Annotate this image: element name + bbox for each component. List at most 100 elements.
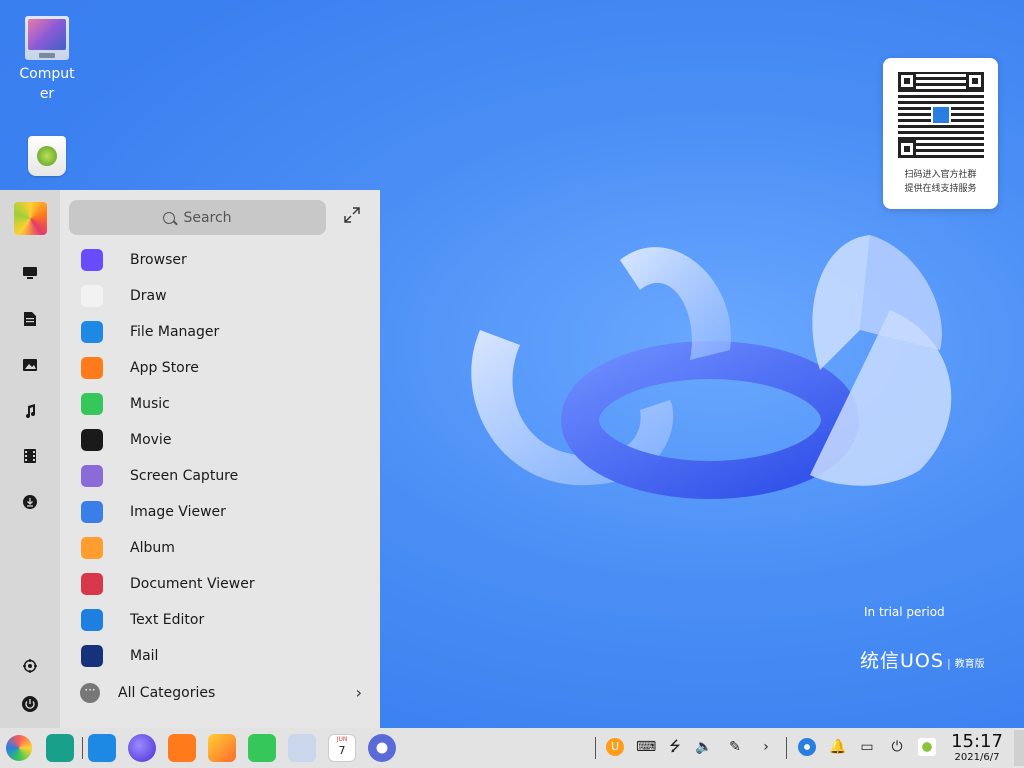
draw-icon <box>81 285 103 307</box>
browser-icon[interactable] <box>128 734 156 762</box>
album-icon[interactable] <box>208 734 236 762</box>
document-viewer-icon <box>81 573 103 595</box>
launcher-main: Search Browser Draw File Manager App Store M… <box>60 190 380 728</box>
chevron-right-icon: › <box>355 683 362 702</box>
file-manager-icon[interactable] <box>88 734 116 762</box>
avatar-icon[interactable] <box>14 202 47 235</box>
taskbar-divider <box>82 737 83 759</box>
keyboard-layout-icon[interactable]: ▭ <box>858 738 876 756</box>
app-label: Album <box>130 540 175 556</box>
film-icon[interactable] <box>20 446 40 466</box>
qr-caption-line1: 扫码进入官方社群 <box>904 170 977 180</box>
control-center-icon[interactable] <box>368 734 396 762</box>
app-label: Document Viewer <box>130 576 255 592</box>
app-item-image-viewer[interactable]: Image Viewer <box>60 494 380 530</box>
qr-caption-line2: 提供在线支持服务 <box>904 184 977 194</box>
app-item-mail[interactable]: Mail <box>60 638 380 674</box>
app-item-music[interactable]: Music <box>60 386 380 422</box>
browser-icon <box>81 249 103 271</box>
brand-separator: | <box>946 657 952 670</box>
trash-icon <box>28 136 66 176</box>
contacts-icon[interactable] <box>288 734 316 762</box>
desktop-icon-label: Computer <box>19 66 75 102</box>
multitask-view-icon[interactable] <box>46 734 74 762</box>
notification-bell-icon[interactable]: 🔔 <box>829 738 847 756</box>
calendar-day: 7 <box>338 744 346 757</box>
app-label: Browser <box>130 252 187 268</box>
app-label: Image Viewer <box>130 504 226 520</box>
app-item-file-manager[interactable]: File Manager <box>60 314 380 350</box>
taskbar-divider <box>595 737 596 759</box>
taskbar-divider <box>786 737 787 759</box>
music-note-icon[interactable] <box>20 401 40 421</box>
clock-date: 2021/6/7 <box>954 752 1000 763</box>
text-editor-icon <box>81 609 103 631</box>
volume-icon[interactable]: 🔈 <box>695 738 713 756</box>
chevron-right-icon[interactable]: › <box>757 738 775 756</box>
launcher-sidebar <box>0 190 60 728</box>
app-store-icon <box>81 357 103 379</box>
all-categories-label: All Categories <box>118 685 216 701</box>
brand-watermark: 统信UOS | 教育版 <box>860 646 985 673</box>
search-icon <box>163 211 176 224</box>
app-item-browser[interactable]: Browser <box>60 242 380 278</box>
qr-caption: 扫码进入官方社群 提供在线支持服务 <box>897 168 984 196</box>
clock-time: 15:17 <box>951 731 1003 752</box>
mail-icon <box>81 645 103 667</box>
app-item-screen-capture[interactable]: Screen Capture <box>60 458 380 494</box>
app-list: Browser Draw File Manager App Store Music Mov… <box>60 242 380 674</box>
app-label: Music <box>130 396 170 412</box>
usb-icon[interactable]: ⭍ <box>666 738 684 756</box>
fullscreen-expand-icon[interactable] <box>342 207 362 227</box>
file-manager-icon <box>81 321 103 343</box>
image-viewer-icon <box>81 501 103 523</box>
power-icon[interactable]: ⏻ <box>888 738 906 756</box>
qr-community-card[interactable]: 扫码进入官方社群 提供在线支持服务 <box>883 58 998 209</box>
app-label: App Store <box>130 360 199 376</box>
keyboard-icon[interactable]: ⌨ <box>636 738 656 756</box>
app-store-icon[interactable] <box>168 734 196 762</box>
taskbar: JUN 7 U ⌨ ⭍ 🔈 ✎ › 🔔 ▭ ⏻ 15:17 2021/6/7 <box>0 728 1024 768</box>
desktop-icon-computer[interactable]: Computer <box>17 16 77 104</box>
input-method-icon[interactable]: U <box>606 738 624 756</box>
power-icon[interactable] <box>20 694 40 714</box>
calendar-icon[interactable]: JUN 7 <box>328 734 356 762</box>
app-label: File Manager <box>130 324 220 340</box>
calendar-month: JUN <box>336 736 348 743</box>
desktop-icon-trash[interactable] <box>17 136 77 176</box>
album-icon <box>81 537 103 559</box>
all-categories-button[interactable]: ··· All Categories › <box>60 678 380 708</box>
app-item-text-editor[interactable]: Text Editor <box>60 602 380 638</box>
download-icon[interactable] <box>20 492 40 512</box>
computer-icon <box>25 16 69 60</box>
screen-capture-icon <box>81 465 103 487</box>
app-label: Screen Capture <box>130 468 239 484</box>
trial-status-text: In trial period <box>864 605 945 619</box>
app-label: Movie <box>130 432 172 448</box>
app-label: Draw <box>130 288 167 304</box>
app-launcher: Search Browser Draw File Manager App Store M… <box>0 190 380 728</box>
app-item-draw[interactable]: Draw <box>60 278 380 314</box>
picture-icon[interactable] <box>20 355 40 375</box>
wallpaper-3d-shape <box>471 235 952 499</box>
app-item-app-store[interactable]: App Store <box>60 350 380 386</box>
trash-icon[interactable] <box>918 738 936 756</box>
network-icon[interactable] <box>798 738 816 756</box>
app-label: Mail <box>130 648 159 664</box>
pen-icon[interactable]: ✎ <box>726 738 744 756</box>
music-icon[interactable] <box>248 734 276 762</box>
qr-code-icon <box>897 72 984 158</box>
search-placeholder: Search <box>183 209 232 226</box>
settings-gear-icon[interactable] <box>20 656 40 676</box>
document-icon[interactable] <box>20 309 40 329</box>
show-desktop-button[interactable] <box>1014 730 1024 766</box>
app-item-album[interactable]: Album <box>60 530 380 566</box>
computer-icon[interactable] <box>20 263 40 283</box>
movie-icon <box>81 429 103 451</box>
launcher-icon[interactable] <box>6 735 32 761</box>
app-item-movie[interactable]: Movie <box>60 422 380 458</box>
clock[interactable]: 15:17 2021/6/7 <box>950 732 1004 764</box>
music-icon <box>81 393 103 415</box>
search-input[interactable]: Search <box>69 200 326 235</box>
app-item-document-viewer[interactable]: Document Viewer <box>60 566 380 602</box>
